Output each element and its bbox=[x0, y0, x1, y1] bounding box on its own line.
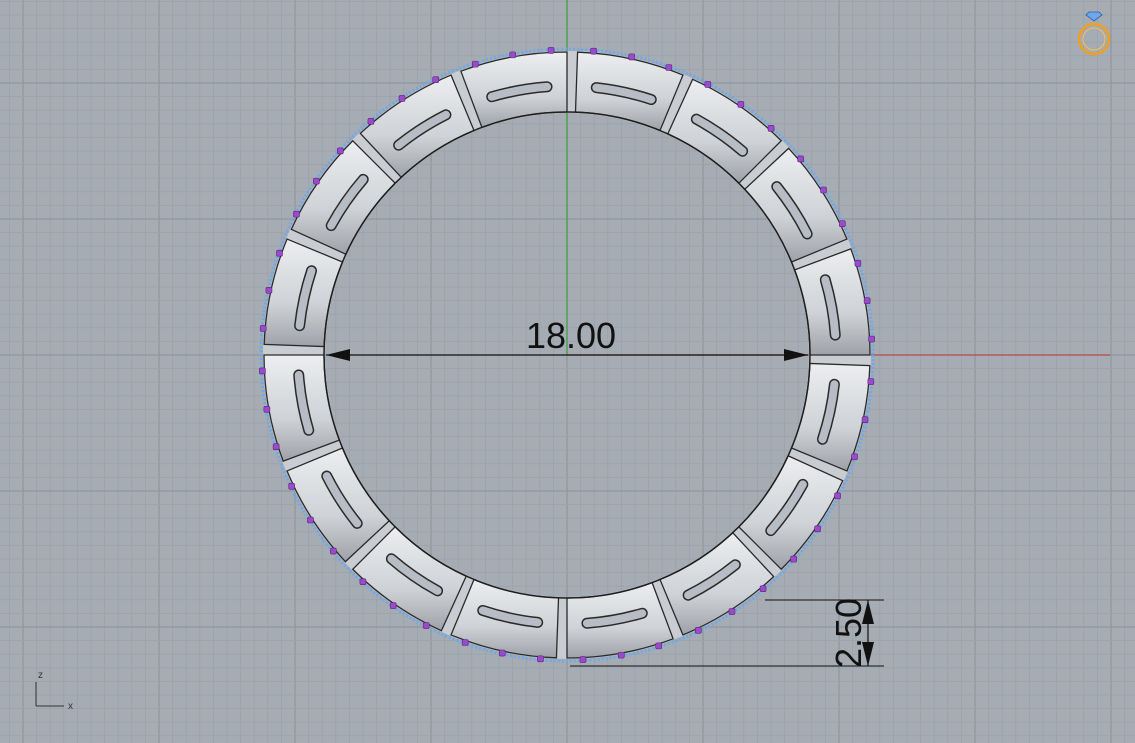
gem bbox=[704, 81, 712, 88]
gem bbox=[728, 608, 736, 615]
height-dimension-text: 2.50 bbox=[828, 598, 869, 668]
gem bbox=[665, 64, 673, 71]
gem bbox=[737, 101, 745, 108]
ring-icon-gem bbox=[1085, 11, 1103, 22]
gem bbox=[259, 325, 267, 332]
gem bbox=[861, 416, 869, 424]
gem bbox=[367, 118, 375, 125]
gem bbox=[272, 443, 280, 451]
gem bbox=[695, 626, 702, 634]
ring-icon-band-inner bbox=[1082, 27, 1106, 51]
gem bbox=[655, 642, 663, 650]
gem bbox=[263, 405, 271, 413]
gem bbox=[579, 656, 587, 663]
gem bbox=[537, 655, 544, 663]
gem bbox=[389, 602, 397, 609]
gem bbox=[797, 155, 804, 163]
gem bbox=[398, 95, 406, 102]
axis-widget: z x bbox=[35, 670, 73, 712]
gem bbox=[547, 47, 555, 54]
gem bbox=[293, 210, 300, 218]
diameter-dimension[interactable]: 18.00 bbox=[326, 315, 808, 361]
gem bbox=[509, 51, 517, 59]
gem bbox=[590, 47, 597, 55]
gem bbox=[259, 367, 266, 375]
gem bbox=[276, 249, 283, 257]
gem bbox=[461, 639, 469, 646]
gem bbox=[288, 483, 296, 490]
gem bbox=[359, 578, 367, 585]
axis-widget-x-label: x bbox=[68, 701, 73, 712]
gem bbox=[422, 622, 430, 629]
gem bbox=[337, 147, 344, 155]
gem bbox=[790, 555, 797, 563]
gem bbox=[307, 516, 314, 524]
gem bbox=[330, 547, 337, 555]
front-viewport[interactable]: 18.00 2.50 z x bbox=[0, 0, 1135, 743]
gem bbox=[868, 335, 875, 343]
axis-widget-z-label: z bbox=[38, 670, 43, 681]
gem bbox=[498, 649, 506, 657]
gem bbox=[854, 259, 862, 267]
gem bbox=[471, 60, 479, 68]
gem bbox=[863, 297, 871, 305]
gem bbox=[851, 453, 858, 461]
gem bbox=[814, 525, 821, 533]
gem bbox=[432, 76, 439, 84]
gem bbox=[628, 53, 636, 61]
gem bbox=[617, 651, 625, 659]
gem bbox=[313, 177, 320, 185]
gem bbox=[759, 585, 767, 592]
diameter-arrow-right bbox=[784, 349, 808, 361]
gem bbox=[265, 286, 273, 294]
gem bbox=[767, 125, 775, 132]
diameter-arrow-left bbox=[326, 349, 350, 361]
gem bbox=[867, 378, 875, 385]
diameter-dimension-text: 18.00 bbox=[526, 315, 616, 356]
gem bbox=[820, 186, 827, 194]
gem bbox=[834, 492, 841, 500]
gem bbox=[838, 220, 846, 227]
